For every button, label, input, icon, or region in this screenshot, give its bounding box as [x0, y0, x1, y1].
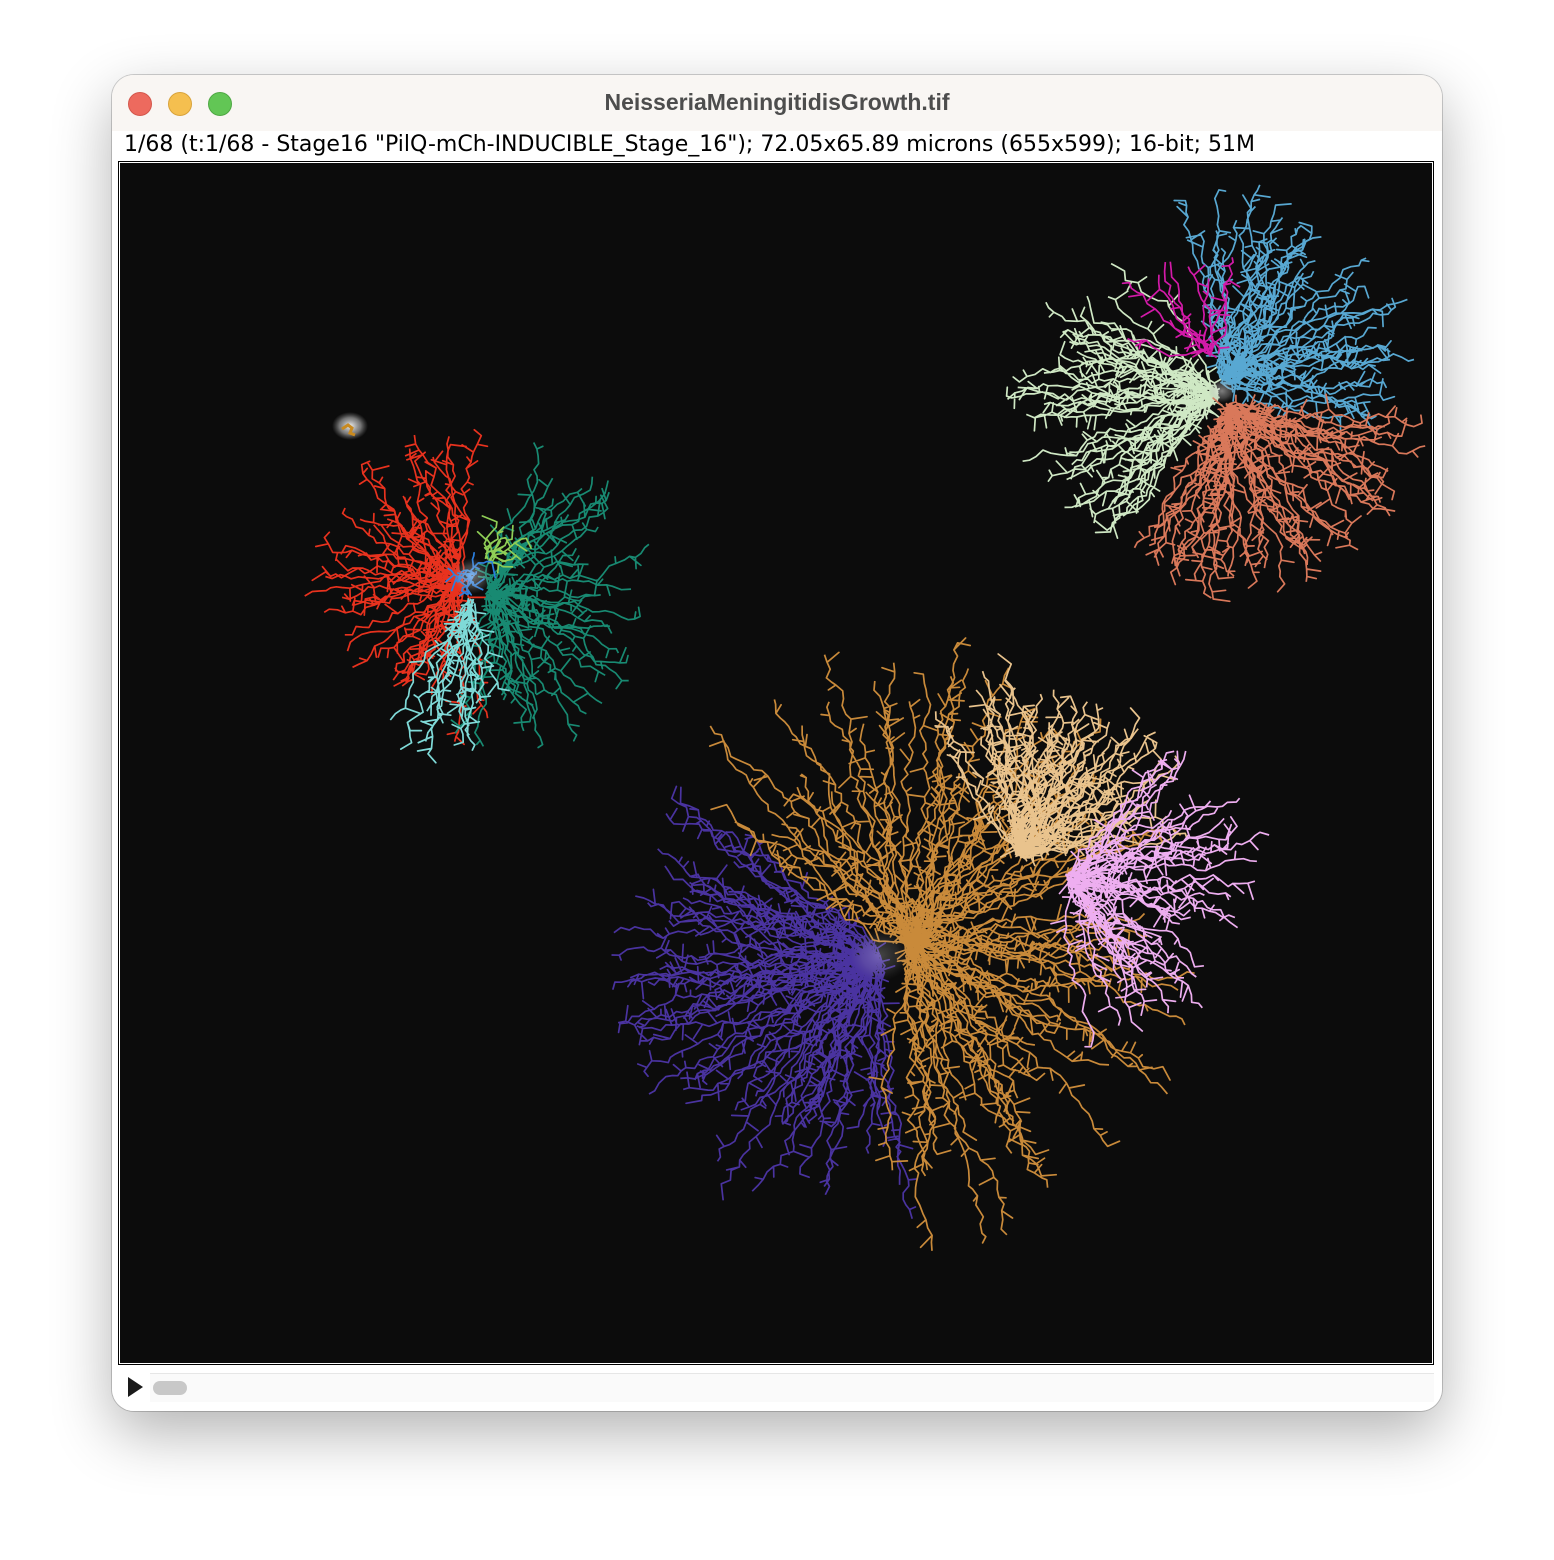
play-icon[interactable] [128, 1377, 143, 1397]
image-window: NeisseriaMeningitidisGrowth.tif 1/68 (t:… [112, 75, 1442, 1411]
image-canvas[interactable] [120, 163, 1432, 1363]
image-info-bar: 1/68 (t:1/68 - Stage16 "PilQ-mCh-INDUCIB… [112, 131, 1442, 161]
colony-center-glow [452, 558, 492, 594]
frame-scrollbar[interactable] [150, 1373, 1434, 1402]
colony-center-glow [1208, 379, 1236, 403]
frame-scroll-thumb[interactable] [153, 1381, 187, 1395]
image-info-text: 1/68 (t:1/68 - Stage16 "PilQ-mCh-INDUCIB… [124, 132, 1255, 157]
playback-bar [112, 1365, 1442, 1411]
title-bar[interactable]: NeisseriaMeningitidisGrowth.tif [112, 75, 1442, 131]
tracks-overlay [120, 163, 1432, 1363]
window-title: NeisseriaMeningitidisGrowth.tif [604, 89, 950, 115]
colony-center-glow [850, 929, 910, 981]
